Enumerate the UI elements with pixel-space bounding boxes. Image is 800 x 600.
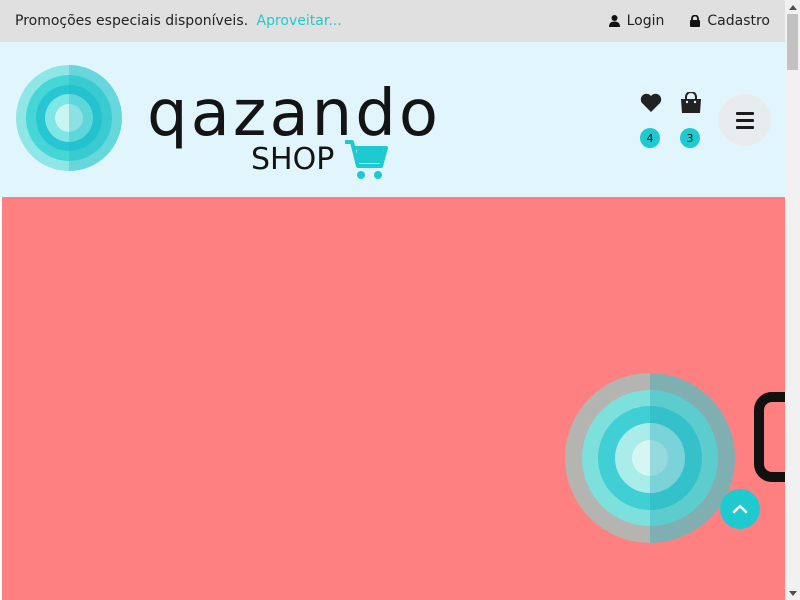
logo-subtitle: SHOP	[251, 142, 335, 177]
wishlist-count-badge: 4	[640, 128, 660, 148]
heart-icon	[640, 93, 662, 112]
shopping-bag-icon	[681, 92, 701, 113]
account-links: Login Cadastro	[608, 13, 770, 29]
site-logo[interactable]: qazando SHOP	[15, 64, 438, 184]
promo-text: Promoções especiais disponíveis.	[15, 13, 249, 29]
triangle-down-icon	[788, 590, 797, 596]
top-bar: Promoções especiais disponíveis. Aprovei…	[0, 0, 785, 42]
login-link[interactable]: Login	[608, 13, 665, 29]
hero-banner	[2, 197, 785, 600]
scroll-down-arrow[interactable]	[785, 586, 800, 600]
logo-emblem	[16, 65, 122, 171]
scroll-up-arrow[interactable]	[785, 0, 800, 14]
cart-icon	[345, 140, 388, 179]
chevron-up-icon	[732, 504, 748, 514]
login-label: Login	[626, 13, 665, 29]
promo-link[interactable]: Aproveitar...	[257, 13, 342, 29]
site-header: qazando SHOP 4 3	[0, 42, 785, 197]
cart-button[interactable]	[678, 90, 704, 116]
lock-icon	[690, 15, 701, 27]
wishlist-button[interactable]	[638, 90, 664, 116]
register-label: Cadastro	[707, 13, 770, 29]
promo-message: Promoções especiais disponíveis. Aprovei…	[15, 13, 342, 29]
logo-wordmark: qazando	[147, 77, 441, 151]
hamburger-icon	[736, 110, 754, 131]
page-scrollbar[interactable]	[785, 0, 800, 600]
register-link[interactable]: Cadastro	[690, 13, 770, 29]
hero-logo-emblem	[565, 373, 735, 543]
cart-count-badge: 3	[680, 128, 700, 148]
user-icon	[608, 15, 620, 27]
scrollbar-thumb[interactable]	[787, 14, 798, 70]
triangle-up-icon	[788, 4, 797, 10]
hero-logo-letter	[754, 392, 785, 482]
menu-button[interactable]	[719, 94, 771, 146]
scroll-to-top-button[interactable]	[720, 489, 760, 529]
